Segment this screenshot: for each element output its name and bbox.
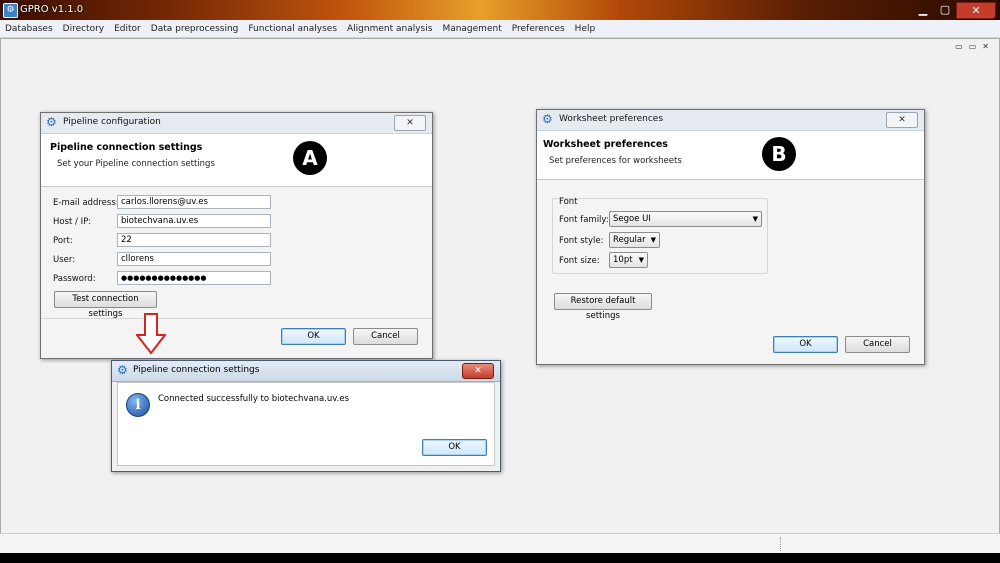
message-ok-button[interactable]: OK: [422, 439, 487, 456]
worksheet-preferences-dialog: ⚙ Worksheet preferences ✕ Worksheet pref…: [536, 109, 925, 365]
menu-preferences[interactable]: Preferences: [507, 24, 570, 34]
status-separator: [780, 537, 781, 551]
font-size-select[interactable]: 10pt ▼: [609, 252, 648, 268]
font-family-select[interactable]: Segoe UI ▼: [609, 211, 762, 227]
email-field[interactable]: carlos.llorens@uv.es: [117, 195, 271, 209]
host-field[interactable]: biotechvana.uv.es: [117, 214, 271, 228]
header-subtitle: Set preferences for worksheets: [549, 156, 682, 166]
dialog-titlebar: ⚙ Worksheet preferences ✕: [537, 110, 924, 131]
header-title: Worksheet preferences: [543, 139, 668, 150]
pipeline-config-dialog: ⚙ Pipeline configuration ✕ Pipeline conn…: [40, 112, 433, 359]
mdi-minimize-icon[interactable]: ▭: [955, 42, 963, 51]
password-label: Password:: [53, 274, 96, 284]
menu-databases[interactable]: Databases: [0, 24, 58, 34]
minimize-button[interactable]: ▁: [912, 2, 934, 17]
menu-bar: Databases Directory Editor Data preproce…: [0, 20, 1000, 38]
down-arrow-icon: [136, 313, 166, 355]
menu-directory[interactable]: Directory: [58, 24, 109, 34]
message-close-button[interactable]: ✕: [462, 363, 494, 379]
font-style-select[interactable]: Regular ▼: [609, 232, 660, 248]
restore-defaults-button[interactable]: Restore default settings: [554, 293, 652, 321]
menu-alignment-analysis[interactable]: Alignment analysis: [342, 24, 437, 34]
gear-icon: ⚙: [46, 115, 57, 129]
message-body: i Connected successfully to biotechvana.…: [117, 382, 495, 466]
test-connection-button[interactable]: Test connection settings: [54, 291, 157, 319]
bottom-strip: [0, 553, 1000, 563]
user-field[interactable]: cllorens: [117, 252, 271, 266]
cancel-button[interactable]: Cancel: [353, 328, 418, 345]
dialog-title: Worksheet preferences: [559, 114, 664, 124]
ok-button[interactable]: OK: [773, 336, 838, 353]
dialog-header: Worksheet preferences Set preferences fo…: [537, 131, 924, 180]
dialog-close-button[interactable]: ✕: [394, 115, 426, 131]
font-size-label: Font size:: [559, 256, 600, 266]
font-style-value: Regular: [613, 235, 646, 245]
maximize-button[interactable]: ▢: [934, 2, 956, 17]
mdi-maximize-icon[interactable]: ▭: [969, 42, 977, 51]
menu-management[interactable]: Management: [437, 24, 506, 34]
dialog-title: Pipeline configuration: [63, 117, 161, 127]
window-controls: ▁ ▢ ✕: [912, 2, 996, 19]
mdi-close-icon[interactable]: ✕: [982, 42, 989, 51]
header-subtitle: Set your Pipeline connection settings: [57, 159, 215, 169]
dialog-separator: [41, 318, 432, 319]
app-titlebar: ⚙ GPRO v1.1.0 ▁ ▢ ✕: [0, 0, 1000, 20]
mdi-controls: ▭ ▭ ✕: [955, 42, 989, 51]
dialog-titlebar: ⚙ Pipeline configuration ✕: [41, 113, 432, 134]
label-badge-a: A: [293, 141, 327, 175]
user-label: User:: [53, 255, 76, 265]
chevron-down-icon: ▼: [650, 236, 656, 244]
menu-help[interactable]: Help: [570, 24, 601, 34]
message-dialog-title: Pipeline connection settings: [133, 365, 260, 375]
gear-icon: ⚙: [542, 112, 553, 126]
cancel-button[interactable]: Cancel: [845, 336, 910, 353]
app-icon: ⚙: [3, 3, 18, 18]
chevron-down-icon: ▼: [752, 215, 758, 223]
font-group-label: Font: [559, 197, 578, 207]
message-dialog: ⚙ Pipeline connection settings ✕ i Conne…: [111, 360, 501, 472]
host-label: Host / IP:: [53, 217, 92, 227]
header-title: Pipeline connection settings: [50, 142, 203, 153]
dialog-close-button[interactable]: ✕: [886, 112, 918, 128]
label-badge-b: B: [762, 137, 796, 171]
chevron-down-icon: ▼: [638, 256, 644, 264]
app-title: GPRO v1.1.0: [20, 4, 84, 15]
close-button[interactable]: ✕: [956, 2, 996, 19]
port-label: Port:: [53, 236, 73, 246]
font-family-value: Segoe UI: [613, 214, 651, 224]
menu-functional-analyses[interactable]: Functional analyses: [243, 24, 342, 34]
ok-button[interactable]: OK: [281, 328, 346, 345]
email-label: E-mail address:: [53, 198, 119, 208]
gear-icon: ⚙: [117, 363, 128, 377]
font-size-value: 10pt: [613, 255, 633, 265]
status-bar: [0, 533, 1000, 554]
font-style-label: Font style:: [559, 236, 604, 246]
password-field[interactable]: ●●●●●●●●●●●●●●: [117, 271, 271, 285]
message-titlebar: ⚙ Pipeline connection settings ✕: [112, 361, 500, 382]
font-family-label: Font family:: [559, 215, 609, 225]
info-icon: i: [126, 393, 150, 417]
message-text: Connected successfully to biotechvana.uv…: [158, 394, 350, 404]
dialog-header: Pipeline connection settings Set your Pi…: [41, 134, 432, 187]
menu-data-preprocessing[interactable]: Data preprocessing: [146, 24, 244, 34]
menu-editor[interactable]: Editor: [109, 24, 146, 34]
port-field[interactable]: 22: [117, 233, 271, 247]
